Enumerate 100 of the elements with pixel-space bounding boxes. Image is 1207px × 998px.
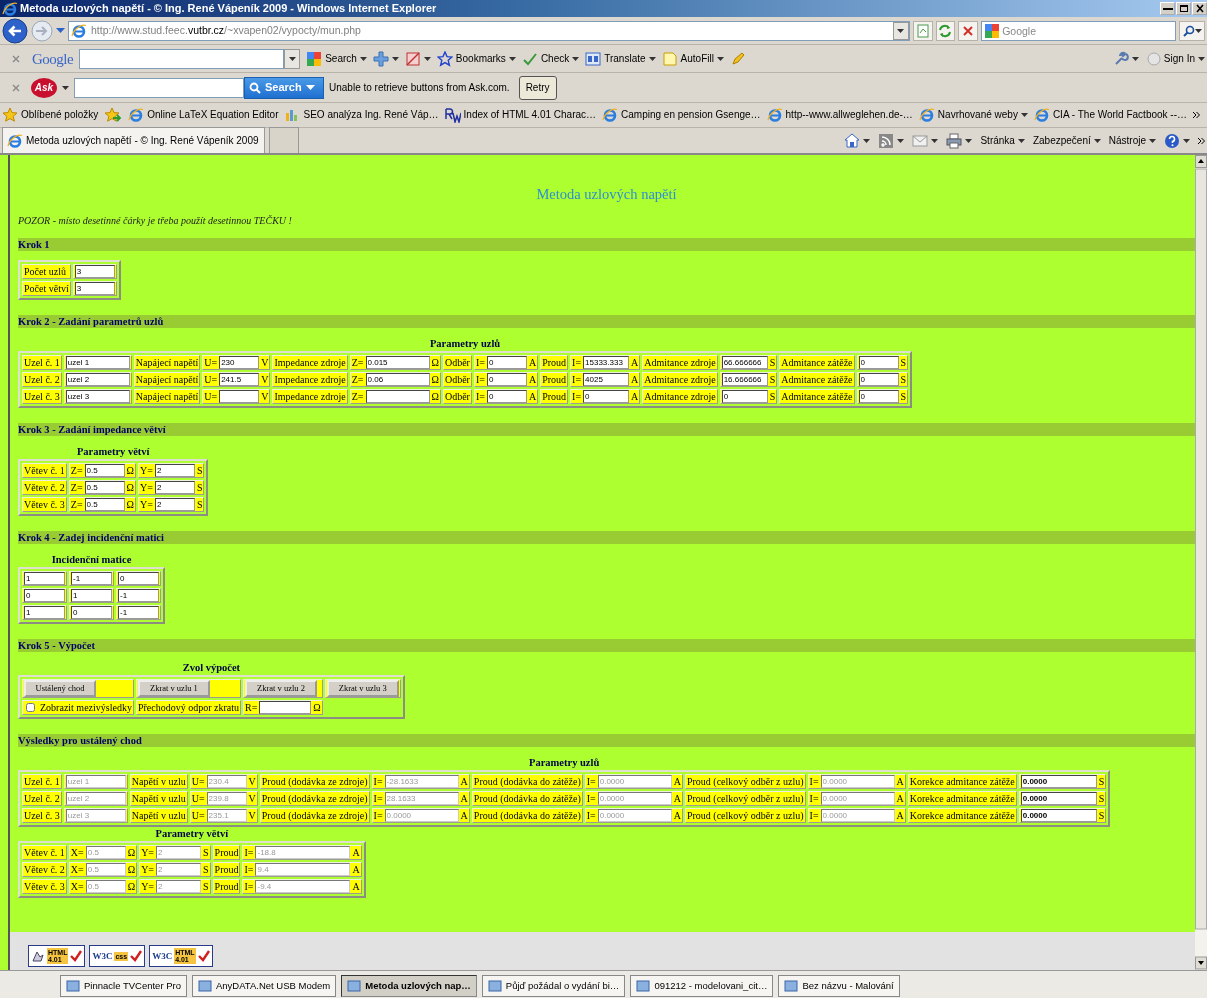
input-field[interactable]: 0 [858, 390, 899, 404]
calculation-button[interactable]: Zkrat v uzlu 1 [137, 680, 210, 698]
taskbar-button[interactable]: Bez názvu - Malování [778, 975, 900, 997]
favorite-link[interactable]: Navrhované weby [918, 107, 1028, 123]
search-field[interactable] [74, 77, 244, 98]
calculation-button[interactable]: Ustálený chod [24, 680, 96, 698]
input-field[interactable]: 1 [24, 606, 65, 620]
input-field[interactable]: 15333.333 [583, 356, 630, 370]
input-field[interactable]: uzel 2 [65, 373, 130, 387]
popup-blocker-button[interactable] [404, 50, 431, 67]
input-field[interactable]: 0.0000 [1020, 792, 1097, 806]
toolbar-button[interactable]: Check [521, 50, 580, 67]
input-field[interactable]: -1 [71, 572, 112, 586]
input-field[interactable]: 0 [486, 390, 527, 404]
taskbar-button[interactable]: Půjď požádal o vydání bi… [481, 975, 626, 997]
input-field[interactable]: 0 [118, 572, 159, 586]
favorite-link[interactable]: SEO analýza Ing. René Váp… [284, 107, 439, 123]
caret-icon[interactable] [62, 85, 69, 90]
input-field[interactable]: 2 [154, 498, 195, 512]
menu-button[interactable]: Nástroje [1108, 134, 1156, 147]
chevron-icon[interactable] [1198, 136, 1205, 145]
dropdown-button[interactable] [284, 48, 301, 69]
scrollbar[interactable] [1195, 155, 1207, 970]
toolbar-button[interactable]: Bookmarks [436, 50, 516, 67]
chevron-icon[interactable] [1193, 111, 1200, 119]
taskbar-button[interactable]: AnyDATA.Net USB Modem [192, 975, 337, 997]
favorite-link[interactable]: CIA - The World Factbook --… [1033, 107, 1187, 123]
input-field[interactable]: -1 [118, 606, 159, 620]
mail-button[interactable] [912, 132, 939, 149]
help-button[interactable] [1164, 132, 1190, 149]
input-field[interactable]: 0 [858, 373, 899, 387]
input-field[interactable] [259, 701, 312, 715]
search-button[interactable]: Search [244, 76, 324, 99]
input-field[interactable]: 230 [219, 356, 260, 370]
input-field[interactable]: 1 [71, 589, 112, 603]
toolbar-button[interactable]: Translate [585, 50, 656, 67]
taskbar-button[interactable]: Pinnacle TVCenter Pro [60, 975, 187, 997]
input-field[interactable]: 1 [24, 572, 65, 586]
input-field[interactable]: uzel 3 [65, 390, 130, 404]
input-field[interactable]: 0.06 [365, 373, 430, 387]
favorite-link[interactable]: Camping en pension Gsenge… [602, 107, 761, 123]
menu-button[interactable]: Zabezpečení [1032, 134, 1101, 147]
input-field[interactable]: 2 [154, 481, 195, 495]
input-field[interactable]: 4025 [583, 373, 630, 387]
input-field[interactable]: 0.5 [84, 464, 125, 478]
add-button[interactable] [372, 50, 399, 67]
input-field[interactable] [219, 390, 260, 404]
sign-in-button[interactable]: Sign In [1146, 51, 1205, 66]
print-button[interactable] [946, 132, 973, 149]
taskbar-button[interactable]: 091212 - modelovani_cit… [630, 975, 774, 997]
stop-button[interactable] [958, 20, 979, 41]
url-text[interactable]: http://www.stud.feec.vutbr.cz/~xvapen02/vypocty/mun.php [91, 24, 361, 37]
minimize-button[interactable] [1160, 2, 1175, 15]
input-field[interactable]: uzel 1 [65, 356, 130, 370]
taskbar-button[interactable]: Metoda uzlových nap… [341, 975, 477, 997]
input-field[interactable]: 0 [721, 390, 768, 404]
history-button[interactable] [56, 28, 65, 33]
toolbar-button[interactable]: Search [306, 50, 367, 67]
search-field[interactable] [79, 48, 285, 69]
back-button[interactable] [2, 17, 28, 44]
input-field[interactable]: -1 [118, 589, 159, 603]
feeds-button[interactable] [878, 132, 905, 149]
input-field[interactable] [365, 390, 430, 404]
input-field[interactable]: 241.5 [219, 373, 260, 387]
input-field[interactable]: 3 [74, 282, 115, 296]
browser-tab[interactable]: Metoda uzlových napětí - © Ing. René Vápeník 2009 [2, 127, 265, 153]
favorite-link[interactable]: http--www.allweglehen.de-… [766, 107, 913, 123]
search-button[interactable] [1179, 20, 1205, 41]
input-field[interactable]: 0.5 [84, 481, 125, 495]
address-field[interactable]: http://www.stud.feec.vutbr.cz/~xvapen02/vypocty/mun.php [68, 20, 910, 41]
input-field[interactable]: 0 [583, 390, 630, 404]
input-field[interactable]: 16.666666 [721, 373, 768, 387]
input-field[interactable]: 0 [486, 356, 527, 370]
calculation-button[interactable]: Zkrat v uzlu 2 [245, 680, 317, 698]
search-field[interactable]: Google [981, 20, 1177, 41]
input-field[interactable]: 0.5 [84, 498, 125, 512]
input-field[interactable]: 0 [858, 356, 899, 370]
dropdown-button[interactable] [892, 21, 909, 40]
input-field[interactable]: 66.666666 [721, 356, 768, 370]
add-favorite-icon[interactable] [104, 107, 123, 123]
favorite-link[interactable]: Online LaTeX Equation Editor [128, 107, 279, 123]
input-field[interactable]: 0.0000 [1020, 809, 1097, 823]
checkbox[interactable] [26, 703, 35, 713]
input-field[interactable]: 3 [74, 265, 115, 279]
favorite-link[interactable]: Index of HTML 4.01 Charac… [444, 107, 597, 123]
maximize-button[interactable] [1176, 2, 1191, 15]
input-field[interactable]: 0 [71, 606, 112, 620]
input-field[interactable]: 0.0000 [1020, 775, 1097, 789]
home-button[interactable] [844, 132, 871, 149]
menu-button[interactable]: Stránka [980, 134, 1025, 147]
input-field[interactable]: 0 [486, 373, 527, 387]
toolbar-button[interactable]: AutoFill [661, 50, 724, 67]
favorites-button[interactable]: Oblíbené položky [2, 107, 99, 123]
input-field[interactable]: 0 [24, 589, 65, 603]
close-button[interactable] [1192, 2, 1207, 15]
refresh-button[interactable] [935, 20, 956, 41]
input-field[interactable]: 2 [154, 464, 195, 478]
retry-button[interactable]: Retry [518, 75, 557, 100]
input-field[interactable]: 0.015 [365, 356, 430, 370]
calculation-button[interactable]: Zkrat v uzlu 3 [326, 680, 399, 698]
